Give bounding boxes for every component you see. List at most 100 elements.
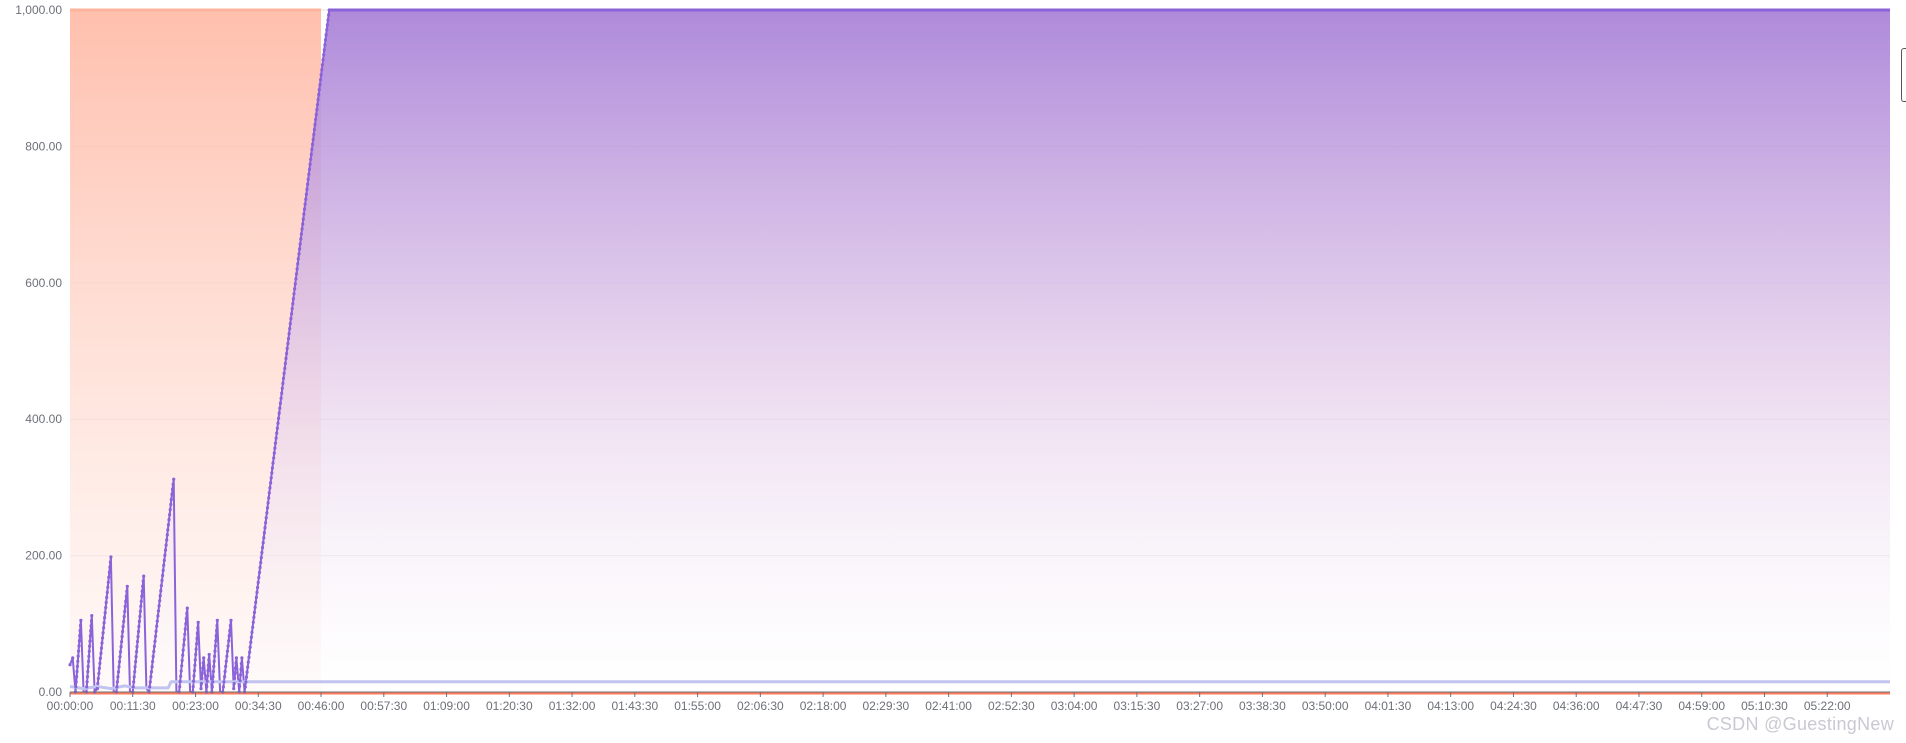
series-1-point <box>293 282 297 286</box>
series-1-point <box>246 660 250 664</box>
series-1-point <box>99 646 104 650</box>
x-tick-label: 00:57:30 <box>360 699 407 713</box>
series-1-area <box>70 10 1890 692</box>
series-1-point <box>142 574 146 578</box>
series-1-point <box>154 629 158 633</box>
series-1-point <box>100 641 104 645</box>
series-1-point <box>269 481 273 485</box>
series-1-point <box>170 487 175 491</box>
series-1-point <box>158 594 162 598</box>
series-1-point <box>201 666 205 670</box>
series-1-point <box>78 623 83 628</box>
series-1-point <box>289 317 293 321</box>
series-1-point <box>264 521 268 525</box>
series-1-point <box>281 376 286 380</box>
series-1-point <box>192 679 196 683</box>
series-1-point <box>195 631 199 635</box>
series-1-point <box>170 492 174 496</box>
series-1-point <box>185 606 189 610</box>
series-1-point <box>86 670 90 674</box>
series-1-point <box>156 614 160 618</box>
series-1-point <box>196 620 200 625</box>
x-tick-label: 02:52:30 <box>988 699 1035 713</box>
series-1-point <box>98 656 102 660</box>
series-1-point <box>316 98 320 102</box>
series-1-point <box>134 655 138 659</box>
series-1-point <box>164 543 168 547</box>
series-1-point <box>184 617 188 621</box>
y-tick-label: 200.00 <box>25 549 62 563</box>
series-1-point <box>211 680 215 684</box>
series-1-point <box>225 654 229 658</box>
series-1-point <box>109 555 113 559</box>
series-1-point <box>77 649 81 653</box>
series-1-point <box>319 78 323 82</box>
series-1-point <box>239 667 243 671</box>
series-1-point <box>115 685 119 689</box>
series-1-point <box>96 676 100 681</box>
scroll-handle[interactable] <box>1901 48 1906 102</box>
series-1-point <box>85 680 89 684</box>
series-1-point <box>280 391 284 395</box>
series-1-point <box>276 421 280 425</box>
series-1-point <box>117 665 121 669</box>
series-1-point <box>151 654 155 659</box>
series-1-point <box>108 560 112 564</box>
series-1-point <box>323 43 327 47</box>
series-1-point <box>89 629 93 633</box>
series-1-point <box>167 518 171 522</box>
series-1-point <box>178 679 182 684</box>
series-1-point <box>171 482 175 486</box>
series-1-point <box>228 623 232 628</box>
x-tick-label: 04:59:00 <box>1678 699 1725 713</box>
series-1-point <box>292 292 296 296</box>
series-1-point <box>87 654 91 659</box>
series-1-point <box>87 649 91 653</box>
series-1-point <box>318 83 322 87</box>
x-tick-label: 00:00:00 <box>47 699 94 713</box>
series-1-point <box>138 614 142 619</box>
series-1-point <box>195 636 199 641</box>
series-1-point <box>223 669 227 674</box>
series-1-point <box>161 568 165 573</box>
series-1-point <box>159 584 163 588</box>
series-1-point <box>194 652 198 657</box>
series-1-point <box>325 28 329 32</box>
series-1-point <box>75 669 79 674</box>
series-1-point <box>119 645 123 649</box>
series-1-point <box>121 630 125 634</box>
series-1-point <box>74 685 78 689</box>
series-1-point <box>238 684 242 688</box>
series-1-point <box>233 676 237 681</box>
series-1-point <box>152 644 156 649</box>
series-1-point <box>205 685 209 689</box>
series-1-point <box>326 18 330 22</box>
series-1-point <box>79 618 83 623</box>
series-1-point <box>120 635 124 639</box>
x-tick-label: 04:24:30 <box>1490 699 1537 713</box>
series-1-point <box>251 620 255 624</box>
series-1-point <box>296 257 300 261</box>
series-1-point <box>268 486 272 490</box>
x-tick-label: 01:20:30 <box>486 699 533 713</box>
series-1-point <box>282 371 286 375</box>
x-tick-label: 00:11:30 <box>110 699 156 713</box>
series-1-point <box>148 685 152 689</box>
series-1-point <box>271 461 275 465</box>
series-1-point <box>202 656 206 660</box>
series-1-point <box>98 661 102 665</box>
series-1-point <box>165 538 169 542</box>
series-1-point <box>115 680 119 684</box>
series-1-point <box>141 579 145 583</box>
series-1-point <box>245 670 249 674</box>
series-1-point <box>116 675 120 679</box>
series-1-point <box>89 624 93 628</box>
series-1-point <box>227 639 231 643</box>
series-1-point <box>303 202 307 206</box>
series-1-point <box>285 346 289 351</box>
x-tick-label: 03:04:00 <box>1051 699 1098 713</box>
series-1-point <box>301 222 305 226</box>
series-1-point <box>278 406 282 410</box>
series-1-point <box>224 664 228 669</box>
series-1-point <box>266 501 270 505</box>
